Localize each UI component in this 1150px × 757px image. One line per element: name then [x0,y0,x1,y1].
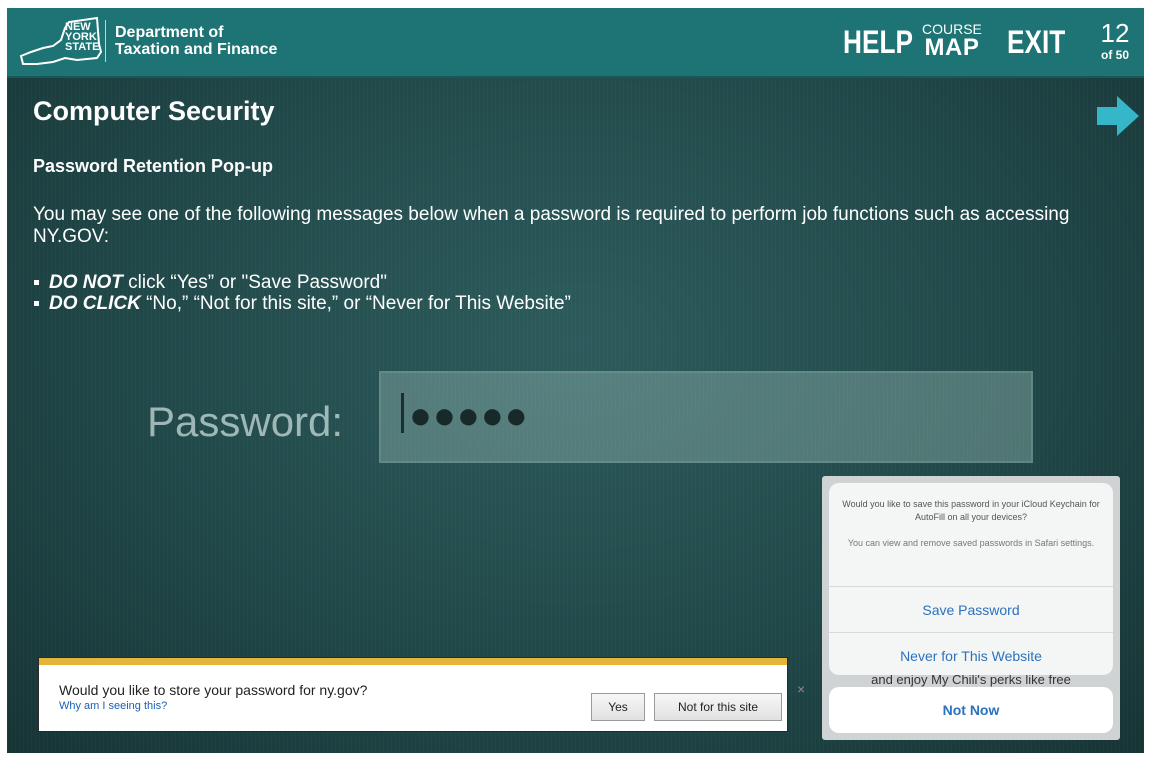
list-item: DO NOT click “Yes” or "Save Password" [33,272,571,293]
list-item: DO CLICK “No,” “Not for this site,” or “… [33,293,571,314]
password-illustration-field: ●●●●● [379,371,1033,463]
help-button[interactable]: HELP [843,23,913,61]
browser-save-password-bar: Would you like to store your password fo… [39,658,805,731]
department-name: Department of Taxation and Finance [115,24,277,58]
bullet-text: click “Yes” or "Save Password" [122,272,387,293]
why-am-i-seeing-this-link[interactable]: Why am I seeing this? [59,700,167,712]
never-for-this-website-button[interactable]: Never for This Website [829,632,1113,675]
page-current: 12 [1100,18,1130,48]
ios-action-sheet: Would you like to save this password in … [829,483,1113,675]
bullet-emphasis: DO CLICK [49,293,141,314]
intro-text: You may see one of the following message… [33,204,1070,247]
header-bar: NEW YORK STATE Department of Taxation an… [7,8,1144,78]
ios-prompt-note: You can view and remove saved passwords … [847,538,1095,548]
page-total: of 50 [1100,48,1129,62]
password-illustration-label: Password: [147,398,344,445]
logo-text: NEW YORK STATE [65,22,100,53]
page-counter: 12 of 50 [1092,18,1138,62]
ie-prompt-question: Would you like to store your password fo… [59,682,368,698]
ios-save-password-dialog: Would you like to save this password in … [822,476,1120,740]
instruction-list: DO NOT click “Yes” or "Save Password" DO… [33,272,571,314]
not-for-this-site-button[interactable]: Not for this site [654,693,782,721]
background-page-text: and enjoy My Chili's perks like free [871,675,1071,687]
close-icon[interactable]: × [797,681,805,697]
course-slide: NEW YORK STATE Department of Taxation an… [7,8,1144,753]
department-line-2: Taxation and Finance [115,41,278,58]
save-password-button[interactable]: Save Password [829,586,1113,633]
page-title: Computer Security [33,96,275,126]
course-map-label-big: MAP [924,34,980,61]
not-now-button[interactable]: Not Now [829,687,1113,733]
department-line-1: Department of [115,24,224,41]
exit-button[interactable]: EXIT [1007,23,1065,61]
bullet-text: “No,” “Not for this site,” or “Never for… [140,293,571,314]
text-cursor [401,393,404,433]
logo-divider [105,20,106,62]
ios-prompt-question: Would you like to save this password in … [842,499,1100,522]
bullet-emphasis: DO NOT [49,272,123,293]
course-map-button[interactable]: COURSE MAP [922,22,982,60]
arrow-right-icon[interactable] [1097,96,1139,136]
logo-line-state: STATE [65,41,100,53]
password-masked-dots: ●●●●● [409,395,529,437]
section-subtitle: Password Retention Pop-up [33,156,274,176]
yes-button[interactable]: Yes [591,693,645,721]
